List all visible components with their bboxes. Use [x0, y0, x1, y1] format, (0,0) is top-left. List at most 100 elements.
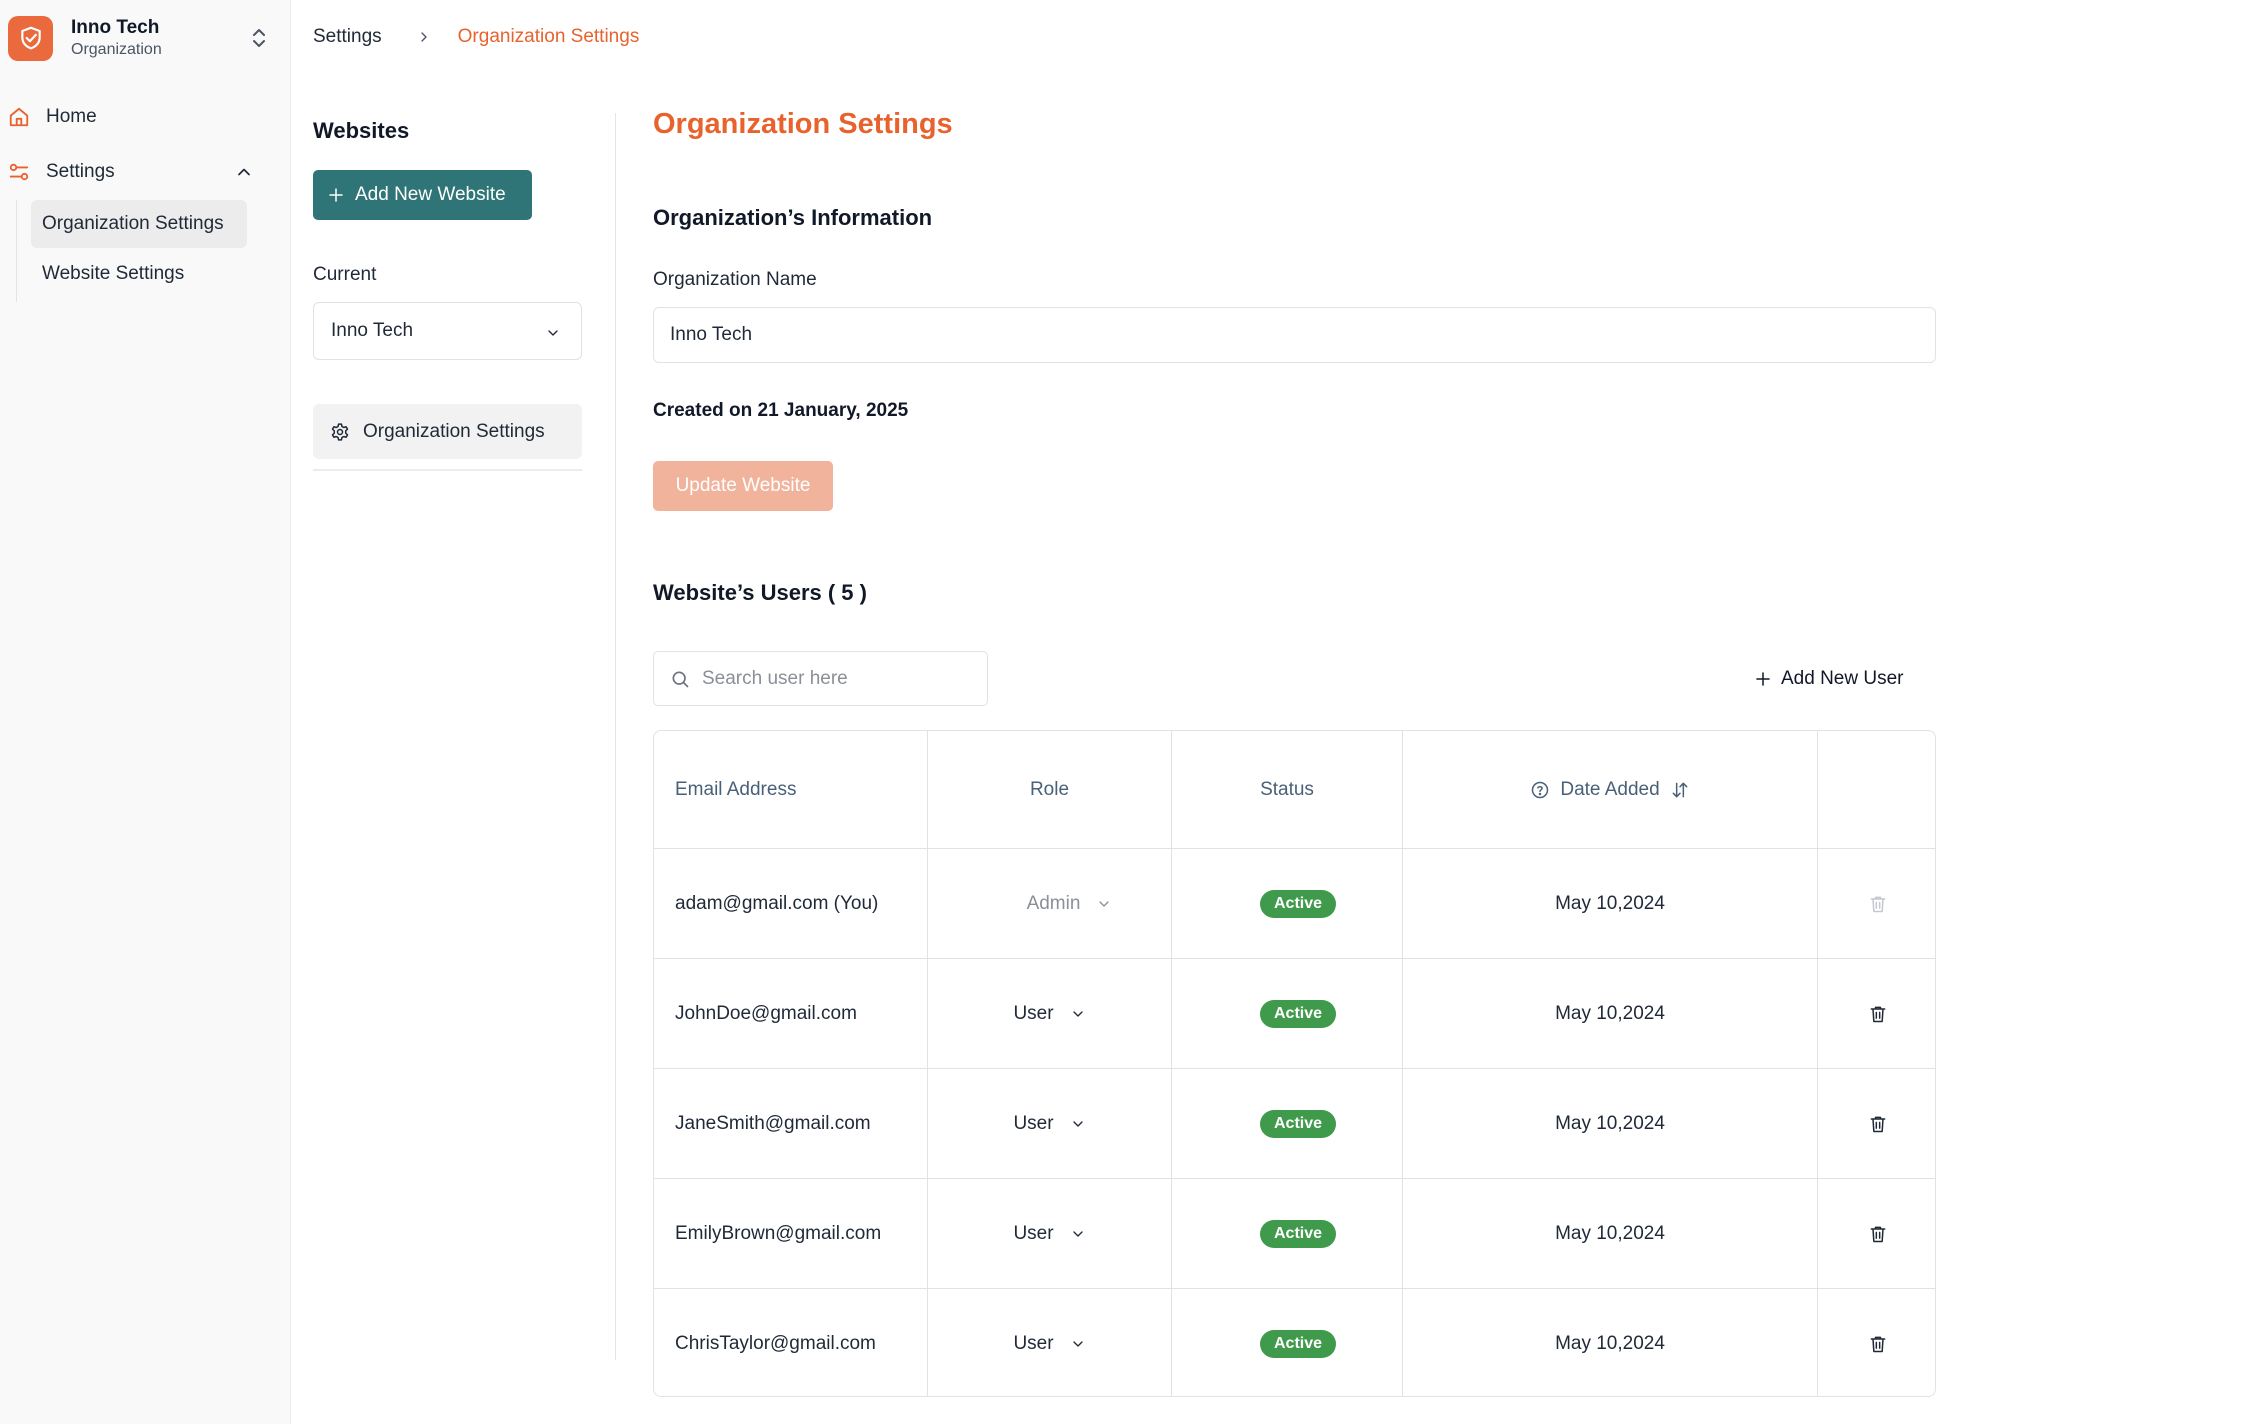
- row-date-added: May 10,2024: [1403, 959, 1818, 1068]
- sidebar-item-home-label: Home: [46, 106, 97, 127]
- status-badge: Active: [1259, 1219, 1337, 1248]
- role-value: User: [1013, 1002, 1054, 1024]
- role-value: User: [1013, 1222, 1054, 1244]
- role-select[interactable]: User: [1013, 1333, 1085, 1355]
- search-user-field[interactable]: [653, 651, 988, 706]
- created-date-text: Created on 21 January, 2025: [653, 400, 909, 421]
- header-date-added[interactable]: Date Added: [1403, 731, 1818, 848]
- role-select[interactable]: User: [1013, 1003, 1085, 1025]
- status-badge: Active: [1259, 999, 1337, 1028]
- sidebar-item-website-settings[interactable]: Website Settings: [31, 250, 195, 298]
- organization-name-input[interactable]: [653, 307, 1936, 363]
- row-date-value: May 10,2024: [1555, 1222, 1665, 1244]
- chevron-down-icon: [548, 330, 558, 336]
- row-status-cell: Active: [1172, 1069, 1403, 1178]
- sidebar-item-settings[interactable]: Settings: [8, 152, 270, 192]
- status-badge: Active: [1259, 1329, 1337, 1358]
- row-date-value: May 10,2024: [1555, 1002, 1665, 1024]
- table-row: EmilyBrown@gmail.com User Active May 10,…: [654, 1179, 1935, 1289]
- website-users-title: Website’s Users ( 5 ): [653, 580, 867, 605]
- organization-information-title: Organization’s Information: [653, 205, 933, 230]
- websites-panel: Websites Add New Website Current Inno Te…: [313, 110, 583, 471]
- row-date-value: May 10,2024: [1555, 1112, 1665, 1134]
- trash-icon[interactable]: [1868, 1334, 1888, 1354]
- header-actions: [1818, 731, 1935, 848]
- table-row: JaneSmith@gmail.com User Active May 10,2…: [654, 1069, 1935, 1179]
- row-date-value: May 10,2024: [1555, 892, 1665, 914]
- add-new-user-button[interactable]: Add New User: [1754, 663, 1904, 695]
- chevron-up-down-icon: [253, 29, 265, 47]
- row-actions: [1818, 1069, 1935, 1178]
- header-email: Email Address: [654, 731, 928, 848]
- sidebar-item-settings-label: Settings: [46, 161, 115, 182]
- breadcrumb: Settings Organization Settings: [313, 23, 639, 51]
- current-website-label: Current: [313, 264, 377, 285]
- row-email: EmilyBrown@gmail.com: [654, 1179, 928, 1288]
- add-new-user-label: Add New User: [1781, 668, 1904, 689]
- gear-icon: [331, 422, 349, 441]
- chevron-up-icon[interactable]: [234, 162, 254, 182]
- search-user-input[interactable]: [702, 667, 972, 690]
- role-select[interactable]: Admin: [987, 893, 1113, 915]
- role-value: Admin: [1026, 892, 1081, 914]
- row-actions: [1818, 849, 1935, 958]
- search-icon: [672, 671, 689, 687]
- panel-organization-settings-item[interactable]: Organization Settings: [313, 404, 582, 459]
- websites-title: Websites: [313, 118, 410, 143]
- table-row: JohnDoe@gmail.com User Active May 10,202…: [654, 959, 1935, 1069]
- trash-icon[interactable]: [1868, 1114, 1888, 1134]
- row-email: JohnDoe@gmail.com: [654, 959, 928, 1068]
- breadcrumb-current: Organization Settings: [457, 26, 640, 47]
- sidebar-item-home[interactable]: Home: [8, 97, 97, 137]
- chevron-down-icon: [1072, 1120, 1083, 1127]
- organization-name-label: Organization Name: [653, 269, 817, 290]
- row-status-cell: Active: [1172, 1289, 1403, 1396]
- role-select[interactable]: User: [1013, 1113, 1085, 1135]
- sidebar: Inno Tech Organization Home Settings Org…: [0, 0, 291, 1424]
- panel-divider: [313, 469, 582, 471]
- home-icon: [9, 107, 29, 127]
- shield-logo-icon: [8, 15, 53, 61]
- row-actions: [1818, 959, 1935, 1068]
- chevron-down-icon: [1099, 900, 1110, 907]
- organization-switcher[interactable]: Inno Tech Organization: [8, 13, 278, 63]
- trash-icon[interactable]: [1868, 1224, 1888, 1244]
- row-role-cell: User: [928, 1069, 1172, 1178]
- update-website-button[interactable]: Update Website: [653, 461, 833, 511]
- table-header-row: Email Address Role Status Date Added: [654, 731, 1935, 849]
- status-badge: Active: [1259, 889, 1337, 918]
- page-title: Organization Settings: [653, 108, 953, 140]
- row-status-cell: Active: [1172, 1179, 1403, 1288]
- help-circle-icon: [1532, 781, 1549, 798]
- table-row: adam@gmail.com (You) Admin Active May 10…: [654, 849, 1935, 959]
- header-role: Role: [928, 731, 1172, 848]
- plus-icon: [1756, 672, 1770, 686]
- row-role-cell: User: [928, 1179, 1172, 1288]
- row-date-value: May 10,2024: [1555, 1332, 1665, 1354]
- chevron-down-icon: [1072, 1230, 1083, 1237]
- row-date-added: May 10,2024: [1403, 1179, 1818, 1288]
- add-new-website-button[interactable]: Add New Website: [313, 170, 532, 220]
- row-actions: [1818, 1289, 1935, 1396]
- subnav-guide-line: [16, 200, 17, 302]
- row-date-added: May 10,2024: [1403, 1289, 1818, 1396]
- add-new-website-label: Add New Website: [355, 184, 506, 205]
- current-website-select[interactable]: Inno Tech: [313, 302, 582, 360]
- row-date-added: May 10,2024: [1403, 849, 1818, 958]
- row-status-cell: Active: [1172, 849, 1403, 958]
- panel-organization-settings-label: Organization Settings: [363, 420, 545, 442]
- role-value: User: [1013, 1332, 1054, 1354]
- chevron-right-icon: [416, 29, 432, 45]
- breadcrumb-settings-link[interactable]: Settings: [313, 26, 382, 48]
- role-value: User: [1013, 1112, 1054, 1134]
- sidebar-item-organization-settings[interactable]: Organization Settings: [31, 200, 247, 248]
- organization-subtitle: Organization: [71, 40, 162, 58]
- row-email: ChrisTaylor@gmail.com: [654, 1289, 928, 1396]
- current-website-value: Inno Tech: [331, 320, 414, 341]
- trash-icon[interactable]: [1868, 1004, 1888, 1024]
- sort-icon[interactable]: [1670, 780, 1690, 800]
- plus-icon: [327, 186, 345, 204]
- settings-sliders-icon: [9, 163, 29, 181]
- users-table: Email Address Role Status Date Added ada…: [653, 730, 1936, 1397]
- role-select[interactable]: User: [1013, 1223, 1085, 1245]
